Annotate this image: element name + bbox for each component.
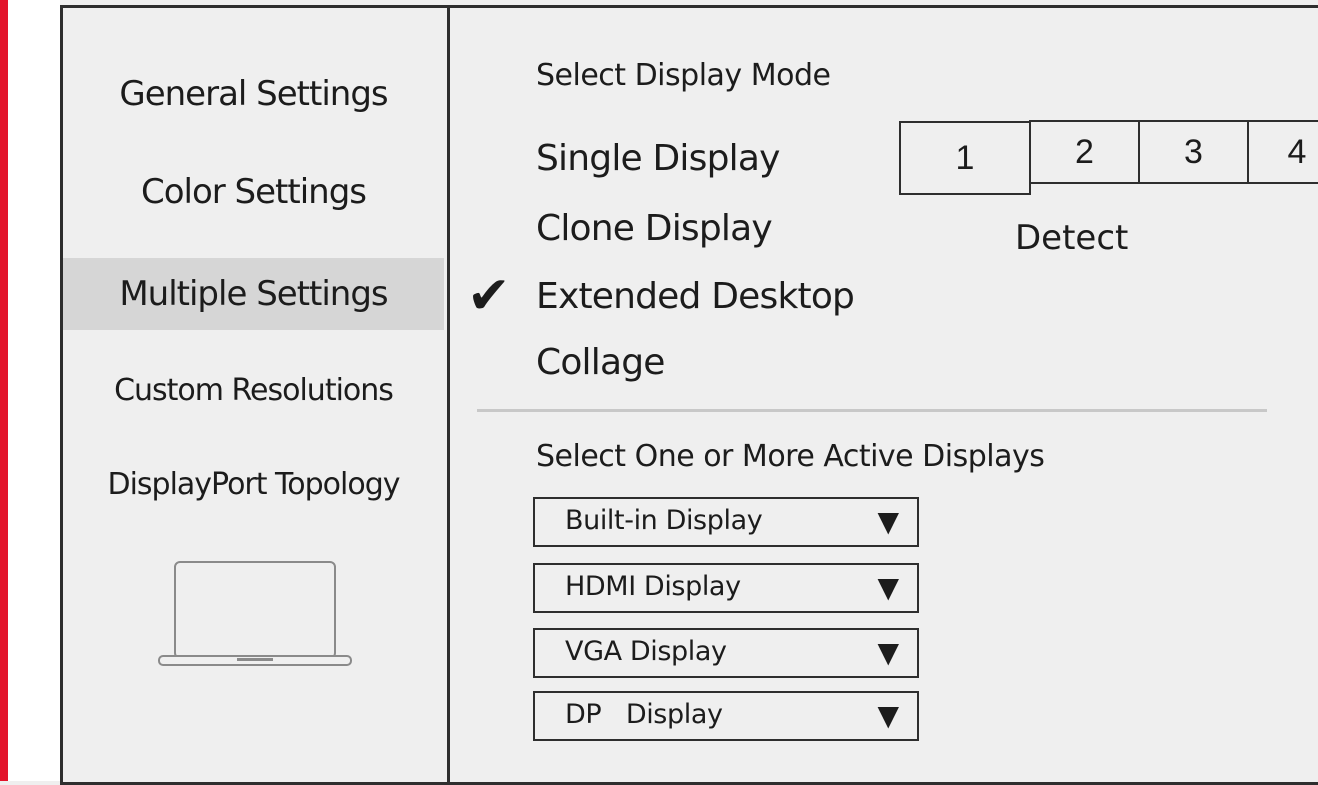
dropdown-dp-display[interactable]: DP Display ▼ (533, 691, 919, 741)
section-divider (477, 409, 1267, 412)
dropdown-label: DP Display (565, 699, 723, 730)
dropdown-built-in-display[interactable]: Built-in Display ▼ (533, 497, 919, 547)
display-box-3[interactable]: 3 (1138, 120, 1249, 184)
main-content: Select Display Mode Single Display Clone… (447, 8, 1318, 782)
sidebar-item-multiple-settings[interactable]: Multiple Settings (63, 258, 444, 330)
dropdown-arrow-icon: ▼ (877, 571, 899, 604)
sidebar-item-color-settings[interactable]: Color Settings (63, 172, 444, 212)
display-box-2[interactable]: 2 (1029, 120, 1140, 184)
mode-single-display[interactable]: Single Display (536, 138, 780, 179)
dropdown-label: VGA Display (565, 636, 727, 667)
sidebar-item-custom-resolutions[interactable]: Custom Resolutions (63, 373, 444, 408)
dropdown-label: Built-in Display (565, 505, 763, 536)
sidebar: General Settings Color Settings Multiple… (63, 8, 450, 782)
sidebar-item-general-settings[interactable]: General Settings (63, 74, 444, 114)
outer-margin (8, 0, 60, 781)
dropdown-arrow-icon: ▼ (877, 505, 899, 538)
dropdown-arrow-icon: ▼ (877, 636, 899, 669)
dropdown-hdmi-display[interactable]: HDMI Display ▼ (533, 563, 919, 613)
active-displays-title: Select One or More Active Displays (536, 439, 1045, 474)
red-edge-bar (0, 0, 8, 781)
sidebar-item-displayport-topology[interactable]: DisplayPort Topology (63, 467, 444, 502)
dropdown-arrow-icon: ▼ (877, 699, 899, 732)
display-mode-title: Select Display Mode (536, 58, 831, 93)
detect-button[interactable]: Detect (1015, 218, 1128, 258)
mode-extended-desktop[interactable]: Extended Desktop (536, 276, 855, 317)
laptop-icon (158, 561, 352, 666)
display-box-1[interactable]: 1 (899, 121, 1031, 195)
checkmark-icon: ✔ (467, 266, 511, 326)
mode-collage[interactable]: Collage (536, 342, 665, 383)
settings-window: General Settings Color Settings Multiple… (60, 5, 1318, 785)
display-box-4[interactable]: 4 (1247, 120, 1318, 184)
mode-clone-display[interactable]: Clone Display (536, 208, 773, 249)
dropdown-vga-display[interactable]: VGA Display ▼ (533, 628, 919, 678)
dropdown-label: HDMI Display (565, 571, 741, 602)
